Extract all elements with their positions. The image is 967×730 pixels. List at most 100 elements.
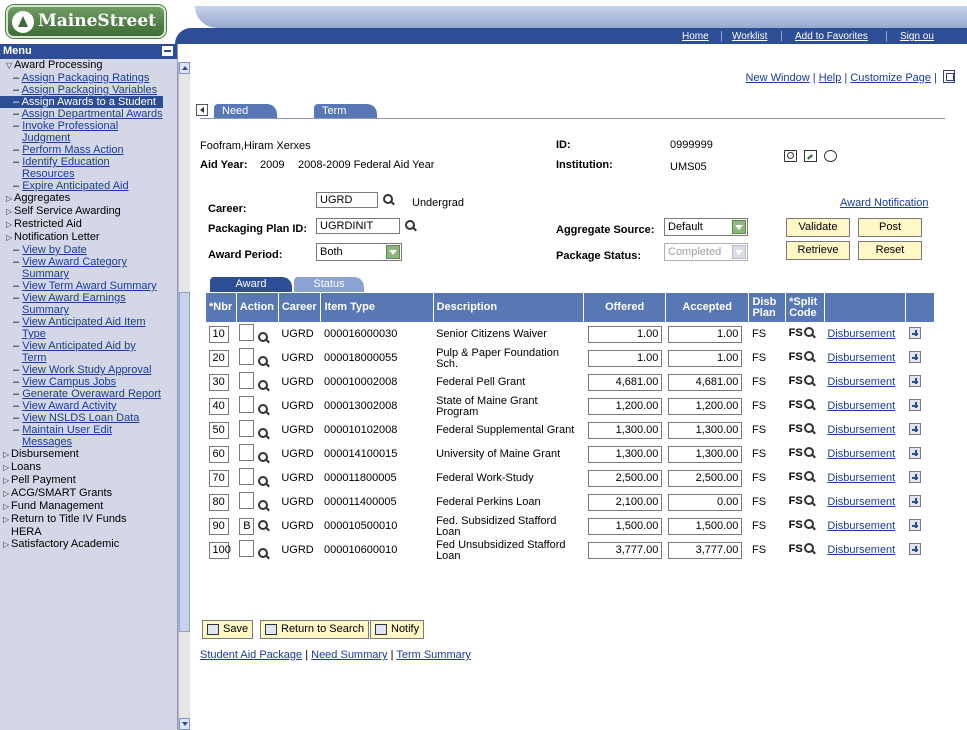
- split-code-field[interactable]: FS: [788, 470, 803, 487]
- split-code-field[interactable]: FS: [788, 542, 803, 559]
- tab-status[interactable]: Status: [294, 277, 364, 292]
- validate-button[interactable]: Validate: [786, 218, 850, 237]
- retrieve-button[interactable]: Retrieve: [786, 241, 850, 260]
- sign-out-link[interactable]: Sign ou: [900, 31, 934, 42]
- sidebar-item[interactable]: – View Work Study Approval: [0, 364, 163, 376]
- add-row-icon[interactable]: [908, 447, 921, 459]
- save-button[interactable]: Save: [202, 620, 254, 639]
- disbursement-link[interactable]: Disbursement: [827, 400, 895, 412]
- accepted-amount-field[interactable]: 3,777.00: [668, 542, 743, 559]
- packaging-plan-field[interactable]: UGRDINIT: [316, 218, 400, 234]
- accepted-amount-field[interactable]: 4,681.00: [668, 374, 743, 391]
- sidebar-item[interactable]: ▷ Return to Title IV Funds: [0, 513, 163, 526]
- split-code-lookup-icon[interactable]: [803, 422, 816, 436]
- sidebar-item-label[interactable]: Invoke Professional Judgment: [22, 120, 118, 144]
- sidebar-item-label[interactable]: Generate Overaward Report: [22, 388, 161, 400]
- accepted-amount-field[interactable]: 1.00: [668, 350, 743, 367]
- sidebar-item[interactable]: ▷ Satisfactory Academic: [0, 538, 163, 551]
- need-summary-link[interactable]: Need Summary: [311, 649, 387, 661]
- sidebar-item[interactable]: – View by Date: [0, 244, 163, 256]
- split-code-lookup-icon[interactable]: [803, 398, 816, 412]
- split-code-field[interactable]: FS: [788, 350, 803, 367]
- previous-tab-icon[interactable]: [196, 104, 208, 116]
- split-code-lookup-icon[interactable]: [803, 350, 816, 364]
- sidebar-item[interactable]: – Perform Mass Action: [0, 144, 163, 156]
- offered-amount-field[interactable]: 4,681.00: [588, 374, 663, 391]
- action-field[interactable]: [239, 324, 255, 342]
- split-code-lookup-icon[interactable]: [803, 326, 816, 340]
- accepted-amount-field[interactable]: 2,500.00: [668, 470, 743, 487]
- sidebar-item[interactable]: ▷ Restricted Aid: [0, 218, 163, 231]
- disbursement-link[interactable]: Disbursement: [827, 520, 895, 532]
- scroll-down-icon[interactable]: [179, 718, 190, 730]
- help-link[interactable]: Help: [819, 72, 842, 84]
- nbr-field[interactable]: 50: [208, 422, 229, 439]
- action-field[interactable]: [239, 396, 255, 414]
- nbr-field[interactable]: 20: [208, 350, 229, 367]
- sidebar-item[interactable]: ▽ Award Processing: [0, 59, 163, 72]
- career-lookup-icon[interactable]: [382, 194, 395, 207]
- sidebar-item[interactable]: ▷ Loans: [0, 461, 163, 474]
- sidebar-item[interactable]: – Assign Packaging Ratings: [0, 72, 163, 84]
- sidebar-item[interactable]: – Identify Education Resources: [0, 156, 163, 180]
- action-lookup-icon[interactable]: [257, 519, 270, 533]
- action-field[interactable]: [239, 372, 255, 390]
- action-field[interactable]: [239, 348, 255, 366]
- customize-page-link[interactable]: Customize Page: [850, 72, 931, 84]
- add-row-icon[interactable]: [908, 543, 921, 555]
- action-lookup-icon[interactable]: [257, 355, 270, 369]
- split-code-field[interactable]: FS: [788, 422, 803, 439]
- tab-term-summary[interactable]: Term Summary: [314, 104, 378, 131]
- accepted-amount-field[interactable]: 1,500.00: [668, 518, 743, 535]
- offered-amount-field[interactable]: 1.00: [588, 350, 663, 367]
- add-row-icon[interactable]: [908, 351, 921, 363]
- sidebar-item[interactable]: – Maintain User Edit Messages: [0, 424, 163, 448]
- sidebar-item[interactable]: ▷ Aggregates: [0, 192, 163, 205]
- sidebar-item[interactable]: – View Term Award Summary: [0, 280, 163, 292]
- action-lookup-icon[interactable]: [257, 332, 270, 345]
- split-code-lookup-icon[interactable]: [803, 374, 816, 388]
- sidebar-item-label[interactable]: View Work Study Approval: [22, 364, 151, 376]
- split-code-lookup-icon[interactable]: [803, 494, 816, 508]
- sidebar-item-label[interactable]: Maintain User Edit Messages: [22, 424, 112, 448]
- offered-amount-field[interactable]: 1,500.00: [588, 518, 663, 535]
- offered-amount-field[interactable]: 1,300.00: [588, 446, 663, 463]
- tab-need-summary[interactable]: Need Summary: [214, 104, 278, 131]
- aggregate-source-select[interactable]: Default: [664, 218, 748, 236]
- nbr-field[interactable]: 100: [208, 542, 231, 559]
- sidebar-item[interactable]: – Invoke Professional Judgment: [0, 120, 163, 144]
- career-field[interactable]: UGRD: [316, 192, 378, 208]
- offered-amount-field[interactable]: 1.00: [588, 326, 663, 344]
- offered-amount-field[interactable]: 1,300.00: [588, 422, 663, 439]
- sidebar-item[interactable]: ▷ Disbursement: [0, 448, 163, 461]
- sidebar-item-label[interactable]: View Anticipated Aid by Term: [22, 340, 136, 364]
- add-row-icon[interactable]: [908, 423, 921, 435]
- sidebar-item-label[interactable]: View Award Category Summary: [22, 256, 127, 280]
- sidebar-item-label[interactable]: Assign Awards to a Student: [22, 96, 156, 108]
- split-code-field[interactable]: FS: [788, 398, 803, 415]
- student-aid-package-link[interactable]: Student Aid Package: [200, 649, 302, 661]
- action-field[interactable]: B: [239, 518, 255, 535]
- worklist-link[interactable]: Worklist: [732, 31, 767, 42]
- nbr-field[interactable]: 80: [208, 494, 229, 511]
- nbr-field[interactable]: 60: [208, 446, 229, 463]
- sidebar-item[interactable]: – Generate Overaward Report: [0, 388, 163, 400]
- disbursement-link[interactable]: Disbursement: [827, 352, 895, 364]
- disbursement-link[interactable]: Disbursement: [827, 424, 895, 436]
- action-lookup-icon[interactable]: [257, 547, 270, 561]
- sidebar-item-label[interactable]: View Anticipated Aid Item Type: [22, 316, 146, 340]
- offered-amount-field[interactable]: 3,777.00: [588, 542, 663, 559]
- sidebar-item[interactable]: – Assign Packaging Variables: [0, 84, 163, 96]
- add-row-icon[interactable]: [908, 471, 921, 483]
- scroll-up-icon[interactable]: [179, 62, 190, 74]
- reset-button[interactable]: Reset: [858, 241, 922, 260]
- split-code-field[interactable]: FS: [788, 518, 803, 535]
- sidebar-item[interactable]: – View Award Category Summary: [0, 256, 163, 280]
- disbursement-link[interactable]: Disbursement: [827, 472, 895, 484]
- sidebar-item[interactable]: HERA: [0, 526, 163, 538]
- sidebar-item-label[interactable]: View NSLDS Loan Data: [22, 412, 139, 424]
- disbursement-link[interactable]: Disbursement: [827, 448, 895, 460]
- action-lookup-icon[interactable]: [257, 379, 270, 393]
- nbr-field[interactable]: 90: [208, 518, 229, 535]
- accepted-amount-field[interactable]: 1,200.00: [668, 398, 743, 415]
